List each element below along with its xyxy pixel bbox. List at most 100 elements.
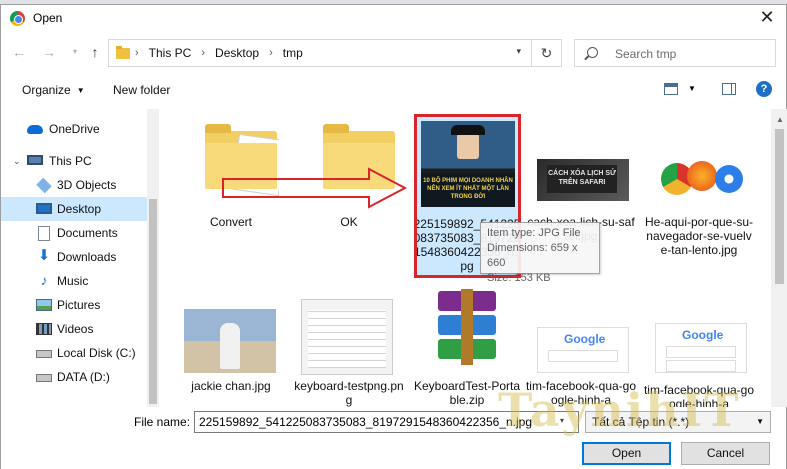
tooltip-dimensions: Dimensions: 659 x 660 <box>487 242 578 269</box>
address-dropdown-chevron-icon[interactable]: ▾ <box>516 46 521 57</box>
view-options-icon[interactable] <box>664 83 678 95</box>
scrollbar-thumb[interactable] <box>149 199 157 404</box>
cloud-icon <box>27 125 43 134</box>
tooltip-size: Size: 153 KB <box>487 272 551 284</box>
winrar-belt-icon <box>461 289 473 365</box>
file-type-value: Tất cả Tệp tin (*.*) <box>592 415 690 429</box>
file-list-scrollbar[interactable]: ▲ <box>771 109 787 407</box>
sidebar-item-label: Videos <box>57 322 94 336</box>
file-item-tim-facebook-1[interactable]: Google tim-facebook-qua-google-hinh-a <box>526 285 636 407</box>
chevron-down-icon[interactable]: ⌄ <box>13 156 21 167</box>
disk-icon <box>36 350 52 358</box>
file-item-navegador-jpg[interactable]: He-aqui-por-que-su-navegador-se-vuelve-t… <box>645 117 753 277</box>
file-name: jackie chan.jpg <box>191 379 271 393</box>
desktop-icon <box>36 203 52 214</box>
open-button[interactable]: Open <box>582 442 671 465</box>
disk-icon <box>36 374 52 382</box>
organize-label: Organize <box>22 83 71 97</box>
archive-icon <box>421 285 513 373</box>
sidebar-item-videos[interactable]: Videos <box>1 317 147 341</box>
file-info-tooltip: Item type: JPG File Dimensions: 659 x 66… <box>480 222 600 284</box>
navigation-pane: OneDrive ⌄ This PC 3D Objects Desktop Do… <box>1 109 147 407</box>
view-chevron-down-icon[interactable]: ▼ <box>688 84 696 93</box>
breadcrumb-this-pc[interactable]: This PC <box>149 46 192 60</box>
sidebar-item-label: Music <box>57 274 89 288</box>
document-icon <box>38 226 50 241</box>
sidebar-item-desktop[interactable]: Desktop <box>1 197 147 221</box>
google-logo: Google <box>682 328 724 342</box>
image-thumbnail: CÁCH XÓA LỊCH SỬ TRÊN SAFARI <box>537 159 629 201</box>
sidebar-item-pictures[interactable]: Pictures <box>1 293 147 317</box>
search-box[interactable]: Search tmp <box>574 39 776 67</box>
organize-button[interactable]: Organize ▼ <box>22 83 85 97</box>
sidebar-item-label: OneDrive <box>49 122 100 136</box>
file-item-keyboard-png[interactable]: keyboard-testpng.png <box>294 299 404 407</box>
sidebar-item-downloads[interactable]: ⬇ Downloads <box>1 245 147 269</box>
breadcrumb-separator-icon: › <box>135 47 139 59</box>
sidebar-item-onedrive[interactable]: OneDrive <box>1 117 147 141</box>
file-name-dropdown-chevron-icon[interactable]: ▾ <box>560 416 564 425</box>
recent-locations-chevron-icon[interactable]: ▾ <box>67 44 83 60</box>
breadcrumb-tmp[interactable]: tmp <box>283 46 303 60</box>
person-figure <box>220 323 240 369</box>
sidebar-item-local-disk-c[interactable]: Local Disk (C:) <box>1 341 147 365</box>
sidebar-item-label: Local Disk (C:) <box>57 346 136 360</box>
file-name: OK <box>340 215 358 229</box>
computer-icon <box>27 155 43 165</box>
cube-icon <box>36 177 52 194</box>
chevron-down-icon: ▼ <box>76 86 85 96</box>
file-name-panel: File name: 225159892_541225083735083_819… <box>1 407 786 469</box>
file-name: tim-facebook-qua-google-hinh-a <box>525 379 637 407</box>
search-field-graphic <box>548 350 618 362</box>
window-title: Open <box>33 11 63 25</box>
breadcrumb-separator-icon[interactable]: › <box>201 47 205 59</box>
command-bar: Organize ▼ New folder ▼ ? <box>1 75 786 105</box>
music-icon: ♪ <box>40 272 48 288</box>
back-arrow-icon[interactable]: ← <box>11 44 27 60</box>
preview-pane-icon[interactable] <box>722 83 736 95</box>
sidebar-item-data-d[interactable]: DATA (D:) <box>1 365 147 389</box>
file-item-keyboardtest-zip[interactable]: KeyboardTest-Portable.zip <box>413 285 521 407</box>
sidebar-item-music[interactable]: ♪ Music <box>1 269 147 293</box>
file-name: Convert <box>209 215 253 229</box>
search-icon <box>587 47 598 58</box>
up-arrow-icon[interactable]: ↑ <box>87 44 103 60</box>
navigation-bar: ← → ▾ ↑ › This PC › Desktop › tmp ▾ ↻ Se… <box>1 37 786 69</box>
search-field-graphic <box>666 360 736 372</box>
scroll-up-icon[interactable]: ▲ <box>776 115 784 124</box>
file-item-jackie-chan-jpg[interactable]: jackie chan.jpg <box>177 299 285 399</box>
search-input[interactable]: Search tmp <box>615 47 676 61</box>
google-logo: Google <box>564 332 606 346</box>
breadcrumb-separator-icon[interactable]: › <box>269 47 273 59</box>
address-bar[interactable]: › This PC › Desktop › tmp ▾ ↻ <box>108 39 562 67</box>
breadcrumb-desktop[interactable]: Desktop <box>215 46 259 60</box>
cancel-button[interactable]: Cancel <box>681 442 770 465</box>
scrollbar-thumb[interactable] <box>775 129 784 284</box>
file-type-select[interactable]: Tất cả Tệp tin (*.*) ▼ <box>585 411 771 433</box>
sidebar-scrollbar[interactable] <box>147 109 159 407</box>
image-thumbnail <box>184 309 276 373</box>
image-thumbnail <box>301 299 393 375</box>
breadcrumb: › This PC › Desktop › tmp <box>135 46 303 60</box>
help-icon[interactable]: ? <box>756 81 772 97</box>
file-name-input[interactable]: 225159892_541225083735083_81972915483604… <box>194 411 579 433</box>
chevron-down-icon: ▼ <box>756 417 764 426</box>
sidebar-item-this-pc[interactable]: ⌄ This PC <box>1 149 147 173</box>
file-item-tim-facebook-2[interactable]: Google tim-facebook-qua-google-hinh-a <box>644 285 754 407</box>
title-bar: Open ✕ <box>1 5 786 31</box>
open-dialog: Open ✕ ← → ▾ ↑ › This PC › Desktop › tmp… <box>0 4 787 469</box>
close-icon[interactable]: ✕ <box>756 7 778 29</box>
thumbnail-caption: CÁCH XÓA LỊCH SỬ TRÊN SAFARI <box>547 165 617 193</box>
file-name: He-aqui-por-que-su-navegador-se-vuelve-t… <box>644 215 754 257</box>
file-name: keyboard-testpng.png <box>294 379 404 407</box>
sidebar-item-documents[interactable]: Documents <box>1 221 147 245</box>
sidebar-item-label: Pictures <box>57 298 101 312</box>
download-icon: ⬇ <box>37 247 51 264</box>
browser-logo-icon <box>715 165 743 193</box>
forward-arrow-icon[interactable]: → <box>41 44 57 60</box>
file-name: tim-facebook-qua-google-hinh-a <box>643 383 755 407</box>
video-icon <box>36 323 52 335</box>
sidebar-item-3d-objects[interactable]: 3D Objects <box>1 173 147 197</box>
refresh-icon[interactable]: ↻ <box>531 40 561 66</box>
new-folder-button[interactable]: New folder <box>113 83 170 97</box>
